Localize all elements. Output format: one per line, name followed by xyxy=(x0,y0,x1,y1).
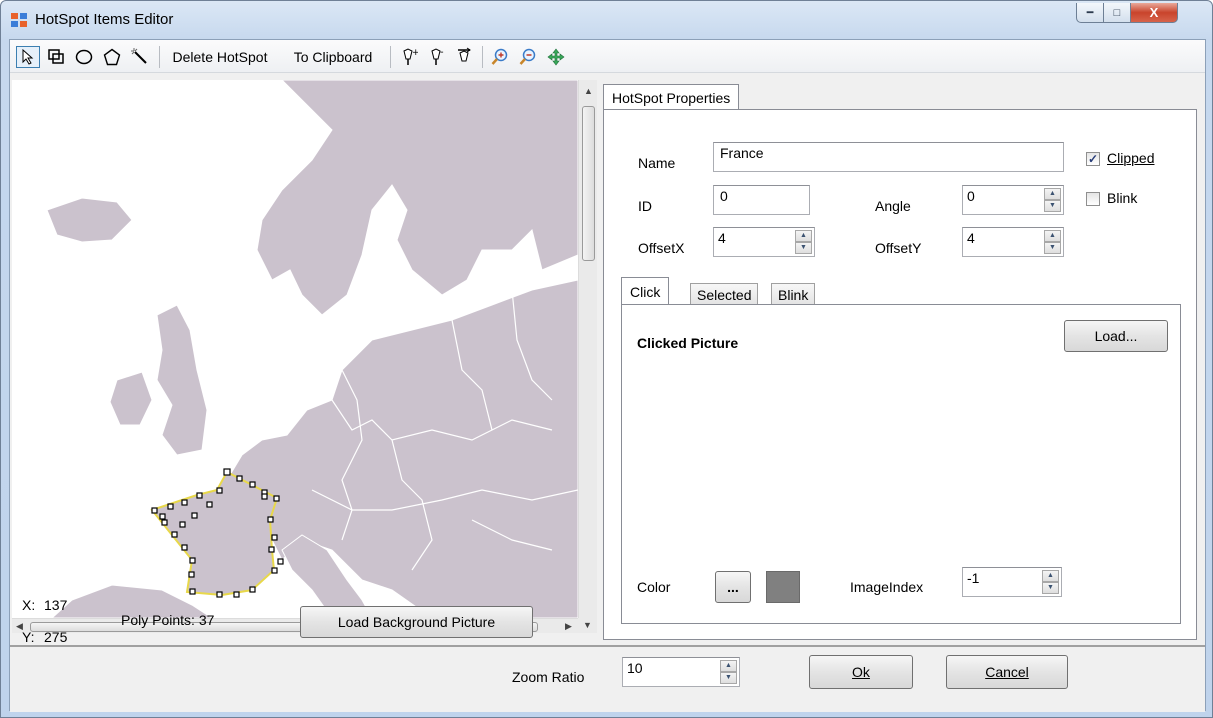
move-point-icon[interactable] xyxy=(452,46,476,68)
load-picture-button[interactable]: Load... xyxy=(1064,320,1168,352)
x-coord-value: 137 xyxy=(44,597,68,613)
id-label: ID xyxy=(638,198,652,214)
ellipse-tool-icon[interactable] xyxy=(72,46,96,68)
window-title: HotSpot Items Editor xyxy=(35,11,174,28)
spin-down-icon[interactable]: ▼ xyxy=(1042,582,1059,594)
spin-down-icon[interactable]: ▼ xyxy=(1044,200,1061,212)
zoom-out-icon[interactable] xyxy=(516,46,540,68)
spin-down-icon[interactable]: ▼ xyxy=(795,242,812,254)
minimize-icon[interactable]: ━ xyxy=(1076,3,1104,23)
toolbar-separator xyxy=(390,46,391,68)
pan-icon[interactable] xyxy=(544,46,568,68)
zoom-ratio-label: Zoom Ratio xyxy=(512,669,585,685)
blink-label[interactable]: Blink xyxy=(1107,190,1137,206)
vertical-scroll-thumb[interactable] xyxy=(582,106,595,261)
offsety-value: 4 xyxy=(967,230,975,246)
zoom-ratio-spinner[interactable]: 10 ▲ ▼ xyxy=(622,657,740,687)
map-vertical-scrollbar[interactable]: ▲ xyxy=(578,80,597,618)
imageindex-label: ImageIndex xyxy=(850,579,924,595)
y-coord-label: Y: xyxy=(22,629,35,645)
editor-window: HotSpot Items Editor ━ □ X Delete HotSpo… xyxy=(0,0,1213,718)
offsety-label: OffsetY xyxy=(875,240,922,256)
clicked-picture-label: Clicked Picture xyxy=(637,335,739,351)
offsety-spinner[interactable]: 4 ▲ ▼ xyxy=(962,227,1064,257)
rectangle-tool-icon[interactable] xyxy=(44,46,68,68)
toolbar-separator xyxy=(159,46,160,68)
footer-bar: Zoom Ratio 10 ▲ ▼ Ok Cancel xyxy=(10,645,1205,712)
angle-label: Angle xyxy=(875,198,911,214)
color-label: Color xyxy=(637,579,671,595)
scroll-down-icon[interactable]: ▼ xyxy=(583,620,592,630)
app-icon xyxy=(11,13,27,27)
zoom-in-icon[interactable] xyxy=(488,46,512,68)
toolbar: Delete HotSpot To Clipboard + - xyxy=(10,40,1205,73)
svg-text:+: + xyxy=(412,48,418,58)
cancel-button[interactable]: Cancel xyxy=(946,655,1068,689)
spin-up-icon[interactable]: ▲ xyxy=(1044,230,1061,242)
maximize-icon[interactable]: □ xyxy=(1103,3,1131,23)
spin-up-icon[interactable]: ▲ xyxy=(1044,188,1061,200)
tab-selected[interactable]: Selected xyxy=(690,283,759,305)
zoom-ratio-value: 10 xyxy=(627,660,643,676)
to-clipboard-button[interactable]: To Clipboard xyxy=(280,46,386,68)
title-bar: HotSpot Items Editor ━ □ X xyxy=(1,1,1212,37)
color-picker-button[interactable]: ... xyxy=(715,571,751,603)
name-field[interactable]: France xyxy=(713,142,1064,172)
pointer-tool-icon[interactable] xyxy=(16,46,40,68)
imageindex-spinner[interactable]: -1 ▲ ▼ xyxy=(962,567,1062,597)
offsetx-value: 4 xyxy=(718,230,726,246)
click-tab-panel: Clicked Picture Load... Color ... ImageI… xyxy=(621,304,1181,624)
tab-click[interactable]: Click xyxy=(621,277,670,305)
spin-down-icon[interactable]: ▼ xyxy=(1044,242,1061,254)
polygon-tool-icon[interactable] xyxy=(100,46,124,68)
client-area: Delete HotSpot To Clipboard + - xyxy=(9,39,1206,712)
delete-hotspot-button[interactable]: Delete HotSpot xyxy=(164,46,276,68)
map-canvas[interactable]: ▲ ◀ ▶ ▼ xyxy=(12,80,597,633)
spin-up-icon[interactable]: ▲ xyxy=(720,660,737,672)
spin-up-icon[interactable]: ▲ xyxy=(1042,570,1059,582)
offsetx-label: OffsetX xyxy=(638,240,685,256)
y-coord-value: 275 xyxy=(44,629,68,645)
offsetx-spinner[interactable]: 4 ▲ ▼ xyxy=(713,227,815,257)
spin-down-icon[interactable]: ▼ xyxy=(720,672,737,684)
load-background-button[interactable]: Load Background Picture xyxy=(300,606,533,638)
blink-checkbox[interactable] xyxy=(1086,192,1100,206)
tab-blink[interactable]: Blink xyxy=(771,283,816,305)
close-icon[interactable]: X xyxy=(1130,3,1178,23)
imageindex-value: -1 xyxy=(967,570,980,586)
id-field[interactable]: 0 xyxy=(713,185,810,215)
scroll-up-icon[interactable]: ▲ xyxy=(584,86,593,96)
ok-button[interactable]: Ok xyxy=(809,655,913,689)
tab-hotspot-properties[interactable]: HotSpot Properties xyxy=(603,84,740,110)
magic-wand-icon[interactable] xyxy=(128,46,152,68)
clipped-label[interactable]: Clipped xyxy=(1107,150,1154,166)
poly-points-count: Poly Points: 37 xyxy=(121,612,215,628)
name-label: Name xyxy=(638,155,676,171)
angle-spinner[interactable]: 0 ▲ ▼ xyxy=(962,185,1064,215)
clipped-checkbox[interactable]: ✓ xyxy=(1086,152,1100,166)
svg-text:-: - xyxy=(440,47,444,58)
remove-point-icon[interactable]: - xyxy=(424,46,448,68)
color-swatch xyxy=(766,571,800,603)
scroll-corner: ▼ xyxy=(578,618,597,633)
spin-up-icon[interactable]: ▲ xyxy=(795,230,812,242)
add-point-icon[interactable]: + xyxy=(396,46,420,68)
x-coord-label: X: xyxy=(22,597,36,613)
hotspot-properties-panel: Name France ID 0 Angle 0 ▲ ▼ OffsetX 4 ▲ ▼… xyxy=(603,109,1197,640)
angle-value: 0 xyxy=(967,188,975,204)
scroll-right-icon[interactable]: ▶ xyxy=(565,621,572,632)
europe-map[interactable] xyxy=(12,80,579,619)
toolbar-separator xyxy=(482,46,483,68)
